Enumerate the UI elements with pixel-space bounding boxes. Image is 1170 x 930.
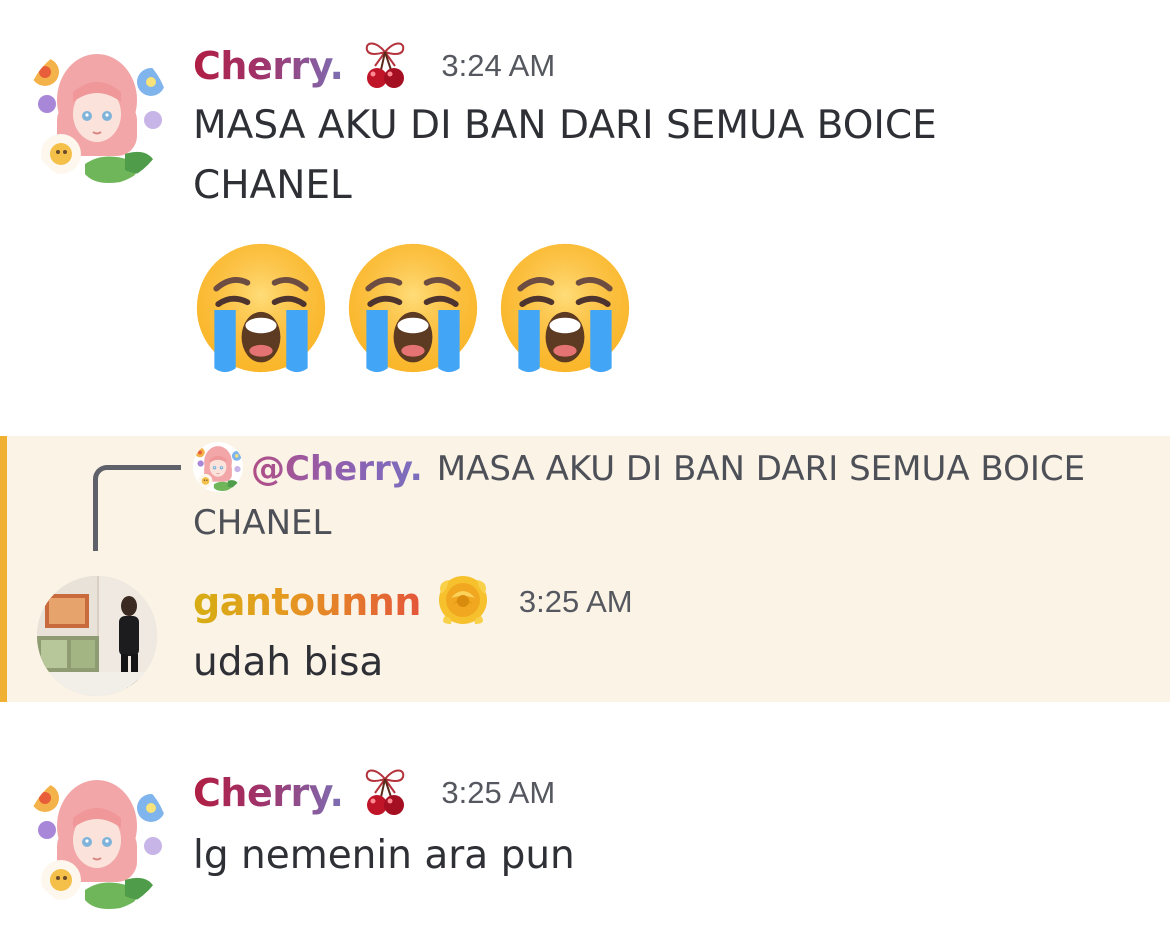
message-item: Cherry. 3:24 AM MASA AKU DI BAN DARI SEM… [0,0,1170,400]
mention-bar [0,436,7,702]
username[interactable]: gantounnn [193,580,421,624]
avatar[interactable] [25,768,169,912]
emoji-row [193,240,633,380]
cherry-bow-icon [357,763,413,823]
timestamp: 3:24 AM [441,48,556,83]
timestamp: 3:25 AM [441,775,556,810]
cherry-bow-icon [357,36,413,96]
username[interactable]: Cherry. [193,771,344,815]
reply-mention[interactable]: @Cherry. [251,449,423,489]
username[interactable]: Cherry. [193,44,344,88]
reply-preview[interactable]: @Cherry. MASA AKU DI BAN DARI SEMUA BOICE… [193,442,1093,550]
yellow-rose-icon [435,572,491,632]
chat-log: Cherry. 3:24 AM MASA AKU DI BAN DARI SEM… [0,0,1170,930]
message-text: MASA AKU DI BAN DARI SEMUA BOICE CHANEL [193,103,937,208]
message-text: udah bisa [193,640,384,685]
message-text: lg nemenin ara pun [193,833,575,878]
reply-avatar [193,442,243,492]
avatar[interactable] [25,42,169,186]
timestamp: 3:25 AM [518,584,633,619]
loudly-crying-face-icon [345,240,481,380]
reply-connector [93,465,181,551]
loudly-crying-face-icon [193,240,329,380]
avatar[interactable] [37,576,157,696]
loudly-crying-face-icon [497,240,633,380]
